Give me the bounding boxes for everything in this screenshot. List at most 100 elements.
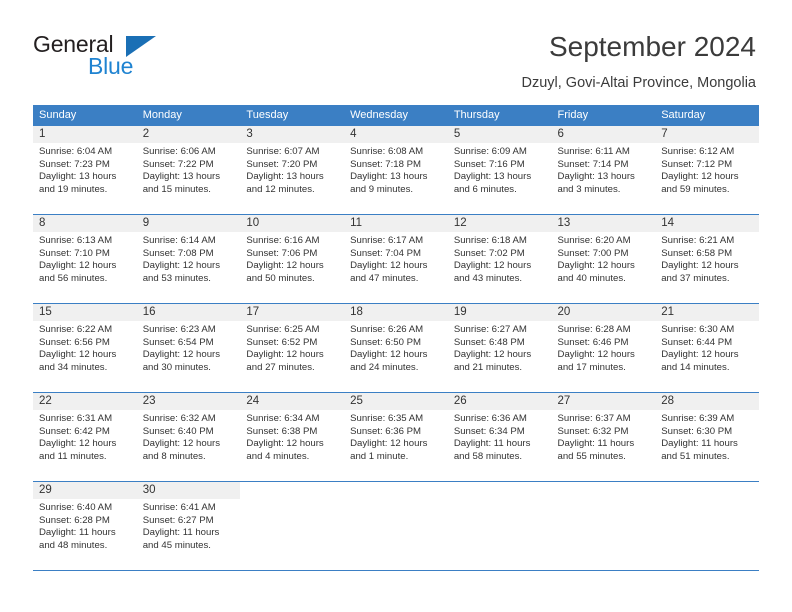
day-sun-info: Sunrise: 6:40 AM Sunset: 6:28 PM Daylight:… (33, 499, 137, 552)
day-number-band: 22 (33, 393, 137, 410)
day-number: 16 (142, 306, 156, 318)
calendar-day-cell[interactable]: 18 Sunrise: 6:26 AM Sunset: 6:50 PM Dayligh… (344, 304, 448, 392)
sunset-text: Sunset: 6:36 PM (350, 425, 422, 437)
day-number-band: 16 (136, 304, 241, 321)
calendar-day-cell[interactable]: 12 Sunrise: 6:18 AM Sunset: 7:02 PM Dayligh… (447, 215, 552, 303)
calendar-day-cell[interactable]: 26 Sunrise: 6:36 AM Sunset: 6:34 PM Dayligh… (447, 393, 552, 481)
day-number-band: 29 (33, 482, 137, 499)
weekday-header-thursday: Thursday (453, 109, 500, 121)
weekday-header-monday: Monday (142, 109, 182, 121)
day-sun-info: Sunrise: 6:32 AM Sunset: 6:40 PM Daylight:… (137, 410, 241, 463)
calendar-day-cell[interactable]: 25 Sunrise: 6:35 AM Sunset: 6:36 PM Dayligh… (344, 393, 448, 481)
calendar-day-cell[interactable]: 4 Sunrise: 6:08 AM Sunset: 7:18 PM Daylight… (344, 126, 448, 214)
day-number: 12 (453, 217, 467, 229)
day-sun-info: Sunrise: 6:06 AM Sunset: 7:22 PM Daylight:… (137, 143, 241, 196)
calendar-day-cell[interactable]: 20 Sunrise: 6:28 AM Sunset: 6:46 PM Dayligh… (551, 304, 656, 392)
sunset-text: Sunset: 6:52 PM (246, 336, 318, 348)
calendar-day-cell[interactable]: 6 Sunrise: 6:11 AM Sunset: 7:14 PM Daylight… (551, 126, 656, 214)
sunset-text: Sunset: 6:58 PM (661, 247, 733, 259)
calendar-day-cell[interactable]: 16 Sunrise: 6:23 AM Sunset: 6:54 PM Dayligh… (136, 304, 241, 392)
calendar-week-row: 8 Sunrise: 6:13 AM Sunset: 7:10 PM Daylight… (33, 215, 759, 304)
calendar-day-cell[interactable]: 19 Sunrise: 6:27 AM Sunset: 6:48 PM Dayligh… (447, 304, 552, 392)
day-number-band: 18 (344, 304, 448, 321)
sunset-text: Sunset: 6:44 PM (661, 336, 733, 348)
day-number: 28 (661, 395, 675, 407)
calendar-day-cell[interactable]: 2 Sunrise: 6:06 AM Sunset: 7:22 PM Daylight… (136, 126, 241, 214)
day-number-band: 11 (344, 215, 448, 232)
sunset-text: Sunset: 7:23 PM (39, 158, 110, 170)
day-sun-info: Sunrise: 6:26 AM Sunset: 6:50 PM Daylight:… (344, 321, 448, 374)
day-number-band: 3 (240, 126, 345, 143)
day-sun-info: Sunrise: 6:28 AM Sunset: 6:46 PM Daylight:… (552, 321, 656, 374)
daylight-text: Daylight: 11 hours and 51 minutes. (661, 438, 738, 462)
day-sun-info: Sunrise: 6:18 AM Sunset: 7:02 PM Daylight:… (448, 232, 552, 285)
sunrise-text: Sunrise: 6:06 AM (142, 146, 216, 157)
weekday-header-wednesday: Wednesday (350, 109, 408, 121)
calendar-day-cell[interactable]: 1 Sunrise: 6:04 AM Sunset: 7:23 PM Daylight… (33, 126, 137, 214)
sunset-text: Sunset: 6:50 PM (350, 336, 422, 348)
day-number: 18 (350, 306, 363, 318)
day-sun-info: Sunrise: 6:07 AM Sunset: 7:20 PM Daylight:… (240, 143, 344, 196)
day-number: 20 (557, 306, 571, 318)
calendar-day-cell[interactable]: 14 Sunrise: 6:21 AM Sunset: 6:58 PM Dayligh… (655, 215, 759, 303)
calendar-day-cell[interactable]: 22 Sunrise: 6:31 AM Sunset: 6:42 PM Dayligh… (33, 393, 137, 481)
sunrise-text: Sunrise: 6:17 AM (350, 235, 424, 246)
day-number: 13 (557, 217, 571, 229)
daylight-text: Daylight: 11 hours and 55 minutes. (557, 438, 635, 462)
calendar-day-cell[interactable]: 5 Sunrise: 6:09 AM Sunset: 7:16 PM Daylight… (447, 126, 552, 214)
calendar-day-cell[interactable]: 17 Sunrise: 6:25 AM Sunset: 6:52 PM Dayligh… (240, 304, 345, 392)
daylight-text: Daylight: 13 hours and 19 minutes. (39, 171, 117, 195)
calendar-day-cell[interactable]: 7 Sunrise: 6:12 AM Sunset: 7:12 PM Daylight… (655, 126, 759, 214)
day-number: 24 (246, 395, 260, 407)
day-number-band (447, 482, 552, 499)
calendar-day-cell[interactable]: 8 Sunrise: 6:13 AM Sunset: 7:10 PM Daylight… (33, 215, 137, 303)
calendar-day-cell[interactable]: 9 Sunrise: 6:14 AM Sunset: 7:08 PM Daylight… (136, 215, 241, 303)
sunrise-text: Sunrise: 6:13 AM (39, 235, 113, 246)
calendar-day-cell[interactable]: 29 Sunrise: 6:40 AM Sunset: 6:28 PM Dayligh… (33, 482, 137, 570)
day-number-band: 17 (240, 304, 345, 321)
day-sun-info: Sunrise: 6:11 AM Sunset: 7:14 PM Daylight:… (552, 143, 656, 196)
calendar-day-cell[interactable]: 28 Sunrise: 6:39 AM Sunset: 6:30 PM Dayligh… (655, 393, 759, 481)
sunset-text: Sunset: 7:04 PM (350, 247, 422, 259)
day-number-band: 7 (655, 126, 759, 143)
day-number-band: 13 (551, 215, 656, 232)
calendar-day-cell[interactable]: 30 Sunrise: 6:41 AM Sunset: 6:27 PM Dayligh… (136, 482, 241, 570)
sunrise-text: Sunrise: 6:22 AM (39, 324, 113, 335)
daylight-text: Daylight: 12 hours and 14 minutes. (661, 349, 739, 373)
calendar-day-cell[interactable]: 11 Sunrise: 6:17 AM Sunset: 7:04 PM Dayligh… (344, 215, 448, 303)
sunset-text: Sunset: 6:34 PM (453, 425, 525, 437)
calendar-day-cell[interactable]: 10 Sunrise: 6:16 AM Sunset: 7:06 PM Dayligh… (240, 215, 345, 303)
page-header: General Blue September 2024 Dzuyl, Govi-… (0, 0, 792, 98)
daylight-text: Daylight: 11 hours and 45 minutes. (142, 527, 220, 551)
sunset-text: Sunset: 6:48 PM (453, 336, 525, 348)
calendar-day-cell-empty (240, 482, 345, 570)
day-sun-info: Sunrise: 6:14 AM Sunset: 7:08 PM Daylight:… (137, 232, 241, 285)
sunset-text: Sunset: 6:28 PM (39, 514, 110, 526)
calendar-day-cell[interactable]: 3 Sunrise: 6:07 AM Sunset: 7:20 PM Daylight… (240, 126, 345, 214)
calendar-day-cell[interactable]: 27 Sunrise: 6:37 AM Sunset: 6:32 PM Dayligh… (551, 393, 656, 481)
sunset-text: Sunset: 7:02 PM (453, 247, 525, 259)
sunrise-text: Sunrise: 6:09 AM (453, 146, 527, 157)
logo-text-blue: Blue (88, 53, 134, 79)
calendar-day-cell[interactable]: 21 Sunrise: 6:30 AM Sunset: 6:44 PM Dayligh… (655, 304, 759, 392)
sunrise-text: Sunrise: 6:23 AM (142, 324, 216, 335)
day-number: 5 (453, 128, 461, 140)
sunset-text: Sunset: 7:08 PM (142, 247, 214, 259)
daylight-text: Daylight: 11 hours and 58 minutes. (453, 438, 531, 462)
day-number: 9 (142, 217, 150, 229)
calendar-day-cell[interactable]: 15 Sunrise: 6:22 AM Sunset: 6:56 PM Dayligh… (33, 304, 137, 392)
calendar-day-cell[interactable]: 13 Sunrise: 6:20 AM Sunset: 7:00 PM Dayligh… (551, 215, 656, 303)
daylight-text: Daylight: 13 hours and 15 minutes. (142, 171, 221, 195)
day-number-band (240, 482, 345, 499)
calendar-day-cell[interactable]: 24 Sunrise: 6:34 AM Sunset: 6:38 PM Dayligh… (240, 393, 345, 481)
sunrise-text: Sunrise: 6:20 AM (557, 235, 631, 246)
day-sun-info: Sunrise: 6:16 AM Sunset: 7:06 PM Daylight:… (240, 232, 344, 285)
calendar-day-cell[interactable]: 23 Sunrise: 6:32 AM Sunset: 6:40 PM Dayligh… (136, 393, 241, 481)
day-number: 25 (350, 395, 363, 407)
sunset-text: Sunset: 6:27 PM (142, 514, 214, 526)
daylight-text: Daylight: 13 hours and 12 minutes. (246, 171, 324, 195)
sunrise-text: Sunrise: 6:35 AM (350, 413, 424, 424)
day-sun-info: Sunrise: 6:21 AM Sunset: 6:58 PM Daylight:… (655, 232, 759, 285)
daylight-text: Daylight: 12 hours and 47 minutes. (350, 260, 428, 284)
sunrise-text: Sunrise: 6:25 AM (246, 324, 320, 335)
